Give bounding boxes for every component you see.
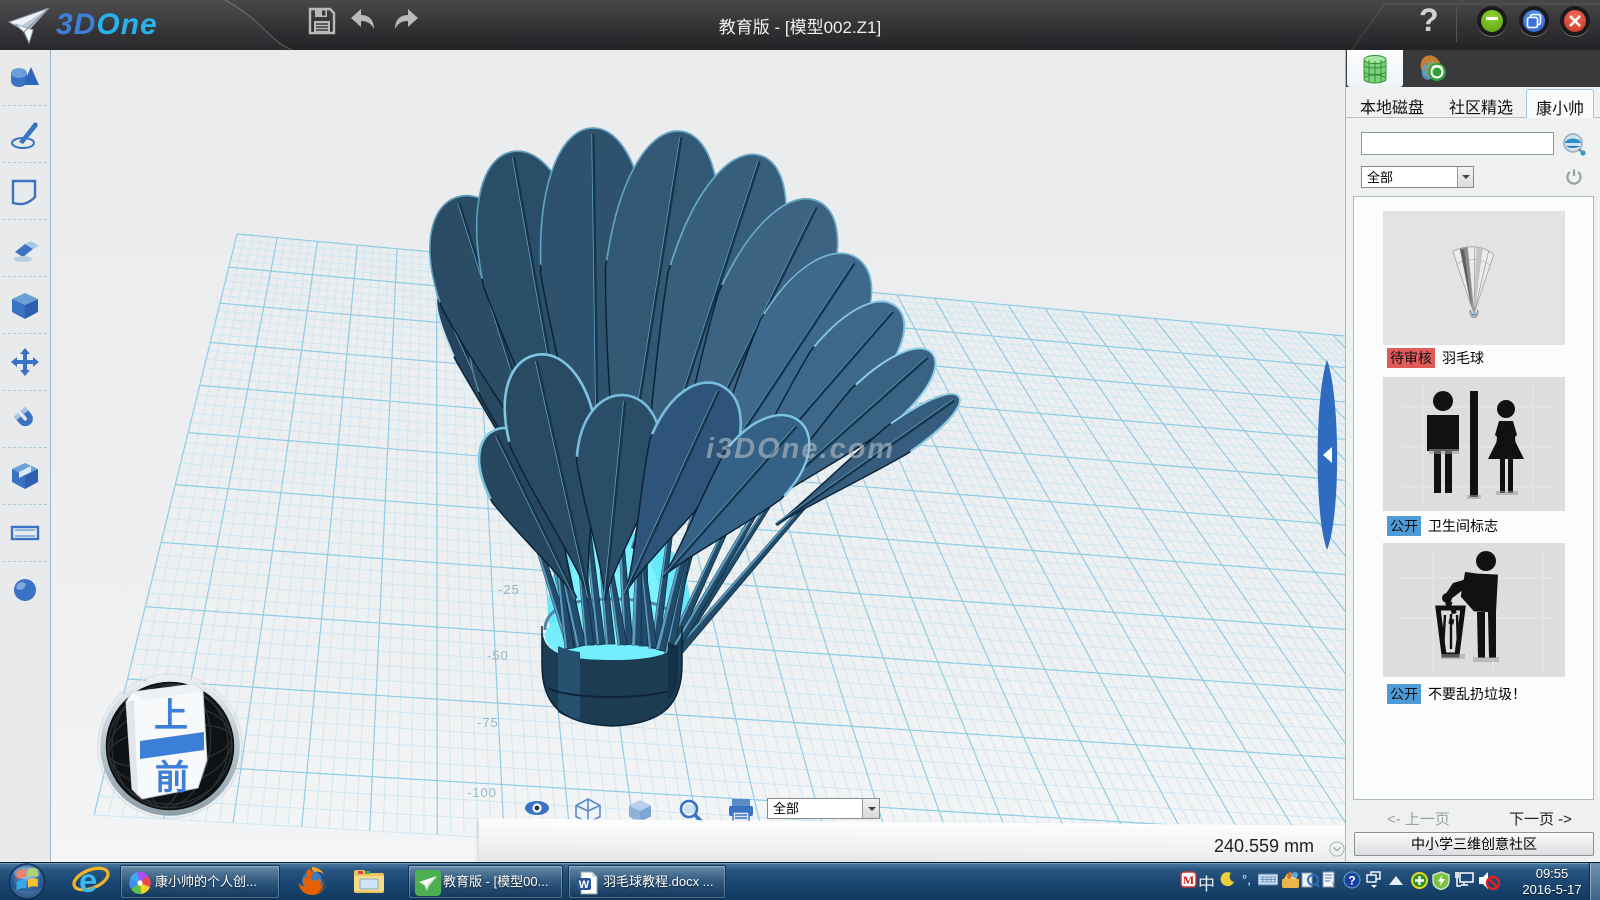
svg-text:上: 上 — [154, 697, 188, 735]
svg-text:W: W — [579, 879, 590, 891]
svg-text:M: M — [1183, 873, 1194, 887]
svg-text:?: ? — [1348, 874, 1355, 888]
svg-text:前: 前 — [155, 759, 189, 797]
